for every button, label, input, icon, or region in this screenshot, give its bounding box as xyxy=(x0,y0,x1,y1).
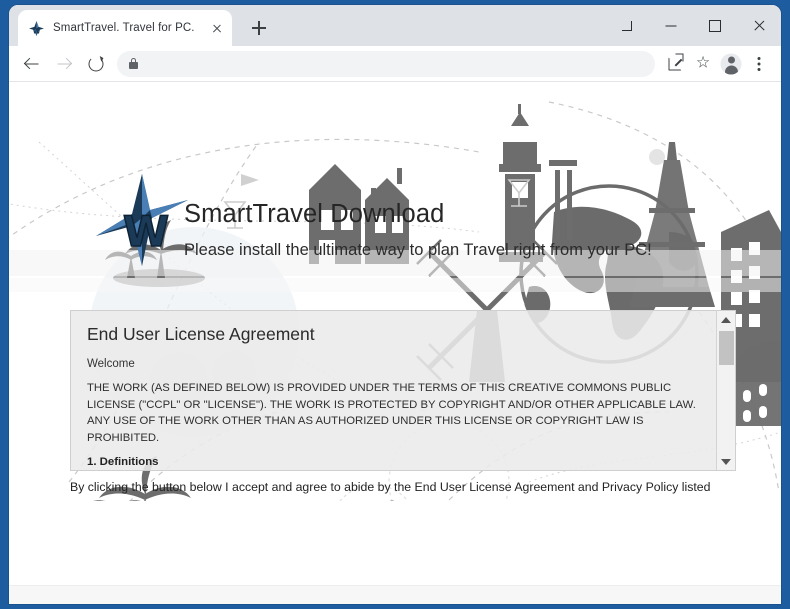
scroll-down-button[interactable] xyxy=(717,453,735,470)
maximize-button[interactable] xyxy=(693,8,737,44)
maximize-icon xyxy=(709,19,721,32)
back-button[interactable] xyxy=(17,49,47,79)
bookmark-button[interactable]: ☆ xyxy=(689,50,717,78)
svg-text:W: W xyxy=(123,207,169,256)
browser-window: W SmartTravel. Travel for PC. ☆ W SmartT… xyxy=(9,5,781,604)
reload-button[interactable] xyxy=(81,49,111,79)
eula-panel: End User License Agreement Welcome THE W… xyxy=(70,310,736,471)
eula-heading: End User License Agreement xyxy=(87,324,315,344)
eula-welcome: Welcome xyxy=(87,358,135,370)
avatar-icon xyxy=(720,53,742,74)
kebab-menu-icon xyxy=(757,62,761,65)
tab-strip: W SmartTravel. Travel for PC. xyxy=(9,5,781,46)
page-footer: Contact Us|EULA|Privacy xyxy=(9,585,781,604)
address-bar[interactable] xyxy=(117,50,655,77)
scrollbar-thumb[interactable] xyxy=(719,331,734,365)
smarttravel-compass-logo: W xyxy=(92,170,192,270)
lock-icon[interactable] xyxy=(129,57,138,69)
page-viewport: pcrisk.c W SmartTravel Download Please i… xyxy=(9,82,781,604)
share-button[interactable] xyxy=(661,50,689,78)
scroll-up-button[interactable] xyxy=(717,311,735,328)
hero-section: pcrisk.c W SmartTravel Download Please i… xyxy=(9,82,781,501)
window-controls xyxy=(605,5,781,46)
share-icon xyxy=(668,53,684,70)
star-icon: ☆ xyxy=(695,54,711,72)
chevron-down-icon xyxy=(622,20,632,31)
smarttravel-compass-favicon: W xyxy=(28,20,45,37)
triangle-up-icon xyxy=(721,316,731,323)
svg-text:W: W xyxy=(33,27,41,35)
minimize-button[interactable] xyxy=(649,8,693,44)
new-tab-button[interactable] xyxy=(246,15,272,41)
close-window-button[interactable] xyxy=(737,8,781,44)
consent-text: By clicking the button below I accept an… xyxy=(70,480,711,501)
screen: W SmartTravel. Travel for PC. ☆ W SmartT… xyxy=(0,0,790,609)
minimize-icon xyxy=(665,25,677,26)
triangle-down-icon xyxy=(721,458,731,465)
eula-section-title: 1. Definitions xyxy=(87,456,159,469)
browser-tab[interactable]: W SmartTravel. Travel for PC. xyxy=(18,10,232,46)
profile-button[interactable] xyxy=(717,50,745,78)
tab-search-button[interactable] xyxy=(605,8,649,44)
browser-toolbar: ☆ xyxy=(9,46,781,82)
arrow-left-icon xyxy=(25,57,39,70)
page-title: SmartTravel Download xyxy=(184,200,445,228)
browser-menu-button[interactable] xyxy=(745,50,773,78)
eula-paragraph: THE WORK (AS DEFINED BELOW) IS PROVIDED … xyxy=(87,382,696,444)
eula-scroll-content: End User License Agreement Welcome THE W… xyxy=(71,311,716,470)
tab-title: SmartTravel. Travel for PC. xyxy=(53,22,195,34)
close-icon[interactable] xyxy=(208,19,226,37)
page-subtitle: Please install the ultimate way to plan … xyxy=(184,241,652,259)
reload-icon xyxy=(88,56,104,71)
arrow-right-icon xyxy=(57,57,71,70)
eula-scrollbar[interactable] xyxy=(716,311,735,470)
forward-button xyxy=(49,49,79,79)
